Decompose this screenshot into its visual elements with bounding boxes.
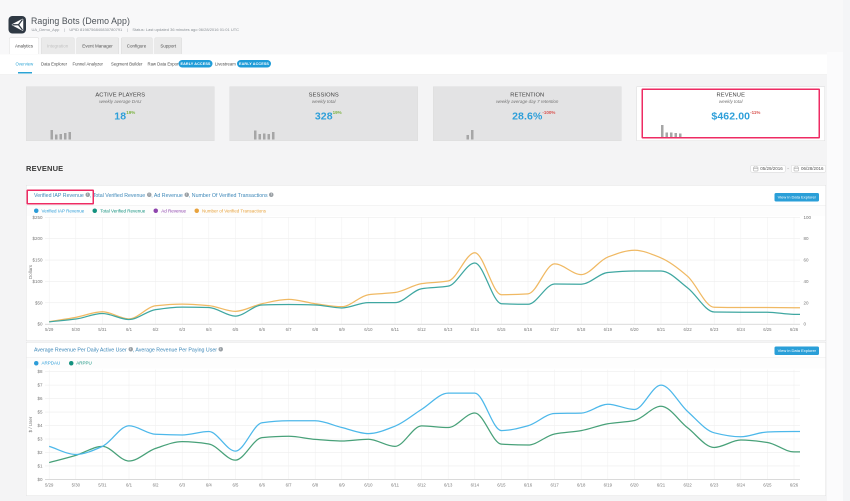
svg-text:6/10: 6/10 <box>364 482 373 487</box>
svg-text:5/30: 5/30 <box>72 327 81 332</box>
svg-text:6/7: 6/7 <box>286 327 293 332</box>
svg-text:6/6: 6/6 <box>259 327 266 332</box>
svg-text:$4: $4 <box>37 423 43 428</box>
svg-text:6/19: 6/19 <box>604 482 613 487</box>
svg-text:6/11: 6/11 <box>391 482 400 487</box>
svg-text:6/5: 6/5 <box>232 482 239 487</box>
svg-text:$3: $3 <box>37 437 43 442</box>
svg-text:$150: $150 <box>32 258 43 263</box>
svg-text:5/29: 5/29 <box>45 482 54 487</box>
svg-text:6/18: 6/18 <box>577 482 586 487</box>
svg-text:Dollars: Dollars <box>28 264 33 279</box>
svg-text:6/10: 6/10 <box>364 327 373 332</box>
svg-text:$5: $5 <box>37 410 43 415</box>
svg-text:20: 20 <box>804 300 810 305</box>
svg-text:6/3: 6/3 <box>179 327 186 332</box>
svg-text:100: 100 <box>804 215 812 220</box>
svg-text:6/26: 6/26 <box>790 327 799 332</box>
svg-text:6/1: 6/1 <box>126 327 133 332</box>
svg-text:$100: $100 <box>32 279 43 284</box>
svg-text:6/11: 6/11 <box>391 327 400 332</box>
svg-text:6/7: 6/7 <box>286 482 293 487</box>
svg-text:6/8: 6/8 <box>312 482 319 487</box>
svg-text:6/21: 6/21 <box>657 327 666 332</box>
svg-text:6/22: 6/22 <box>683 327 692 332</box>
svg-text:6/21: 6/21 <box>657 482 666 487</box>
svg-text:$250: $250 <box>32 215 43 220</box>
svg-text:$0: $0 <box>37 322 43 327</box>
svg-text:6/23: 6/23 <box>710 482 719 487</box>
svg-text:6/25: 6/25 <box>763 482 772 487</box>
svg-text:6/16: 6/16 <box>524 327 533 332</box>
svg-text:6/20: 6/20 <box>630 327 639 332</box>
svg-text:$50: $50 <box>35 300 43 305</box>
svg-text:40: 40 <box>804 279 810 284</box>
svg-text:6/1: 6/1 <box>126 482 133 487</box>
svg-text:6/9: 6/9 <box>339 482 346 487</box>
svg-text:6/14: 6/14 <box>471 327 480 332</box>
svg-text:6/13: 6/13 <box>444 482 453 487</box>
svg-text:6/22: 6/22 <box>683 482 692 487</box>
svg-text:6/4: 6/4 <box>206 482 213 487</box>
svg-text:6/17: 6/17 <box>550 482 559 487</box>
svg-text:0: 0 <box>804 322 807 327</box>
svg-text:$8: $8 <box>37 369 43 374</box>
svg-text:6/20: 6/20 <box>630 482 639 487</box>
svg-text:6/3: 6/3 <box>179 482 186 487</box>
svg-text:$ / User: $ / User <box>28 416 33 432</box>
svg-text:6/8: 6/8 <box>312 327 319 332</box>
svg-text:6/2: 6/2 <box>153 482 160 487</box>
svg-text:60: 60 <box>804 258 810 263</box>
svg-text:$200: $200 <box>32 236 43 241</box>
svg-text:6/16: 6/16 <box>524 482 533 487</box>
svg-text:80: 80 <box>804 236 810 241</box>
svg-text:$0: $0 <box>37 477 43 482</box>
svg-text:6/4: 6/4 <box>206 327 213 332</box>
svg-text:6/15: 6/15 <box>497 482 506 487</box>
svg-text:6/6: 6/6 <box>259 482 266 487</box>
svg-text:6/23: 6/23 <box>710 327 719 332</box>
svg-text:5/29: 5/29 <box>45 327 54 332</box>
svg-text:6/19: 6/19 <box>604 327 613 332</box>
svg-text:6/15: 6/15 <box>497 327 506 332</box>
svg-text:6/25: 6/25 <box>763 327 772 332</box>
svg-text:6/5: 6/5 <box>232 327 239 332</box>
svg-text:6/12: 6/12 <box>417 482 426 487</box>
svg-text:6/9: 6/9 <box>339 327 346 332</box>
svg-text:$2: $2 <box>37 450 43 455</box>
svg-text:6/13: 6/13 <box>444 327 453 332</box>
svg-text:6/12: 6/12 <box>417 327 426 332</box>
svg-text:6/2: 6/2 <box>153 327 160 332</box>
svg-text:$6: $6 <box>37 396 43 401</box>
svg-text:6/26: 6/26 <box>790 482 799 487</box>
svg-text:5/31: 5/31 <box>98 482 107 487</box>
svg-text:6/17: 6/17 <box>550 327 559 332</box>
svg-text:5/30: 5/30 <box>72 482 81 487</box>
svg-text:6/24: 6/24 <box>737 327 746 332</box>
svg-text:$1: $1 <box>37 463 43 468</box>
svg-text:6/24: 6/24 <box>737 482 746 487</box>
svg-text:6/18: 6/18 <box>577 327 586 332</box>
svg-text:$7: $7 <box>37 383 43 388</box>
svg-text:6/14: 6/14 <box>471 482 480 487</box>
svg-text:5/31: 5/31 <box>98 327 107 332</box>
